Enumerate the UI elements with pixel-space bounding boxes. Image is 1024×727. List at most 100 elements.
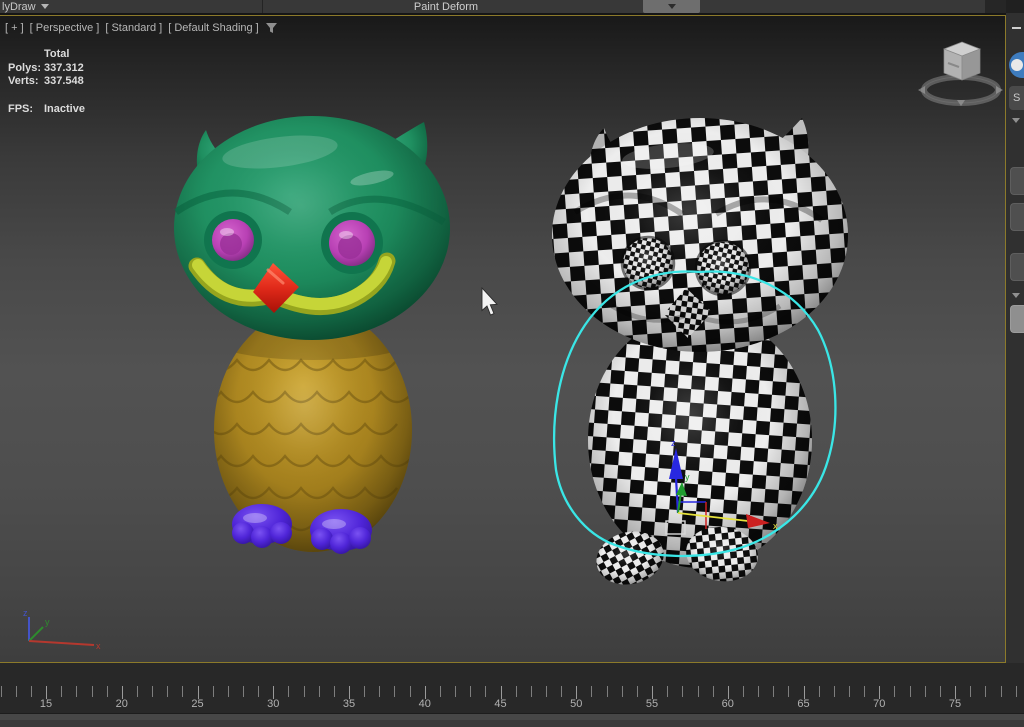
timeline-tick bbox=[819, 686, 820, 697]
ribbon-divider bbox=[262, 0, 263, 13]
timeline-tick bbox=[713, 686, 714, 697]
world-axis-gizmo: z y x bbox=[23, 608, 101, 651]
scene-canvas: z y x z y bbox=[0, 16, 1005, 662]
timeline-tick bbox=[607, 686, 608, 697]
chevron-down-icon[interactable] bbox=[1012, 293, 1020, 298]
timeline-frame-label: 25 bbox=[191, 698, 203, 710]
owl-colored-model[interactable] bbox=[174, 116, 450, 554]
panel-button[interactable] bbox=[1010, 167, 1024, 195]
timeline-bar: 15202530354045505560657075 bbox=[0, 663, 1024, 727]
timeline-tick bbox=[667, 686, 668, 697]
timeline-frame-label: 55 bbox=[646, 698, 658, 710]
paint-deform-label: Paint Deform bbox=[414, 1, 478, 13]
panel-button-active[interactable] bbox=[1010, 305, 1024, 333]
timeline-tick bbox=[304, 686, 305, 697]
panel-button[interactable] bbox=[1010, 203, 1024, 231]
timeline-tick bbox=[243, 686, 244, 697]
timeline-frame-label: 50 bbox=[570, 698, 582, 710]
gizmo-z-label: z bbox=[671, 438, 676, 448]
timeline-tick bbox=[167, 686, 168, 697]
timeline-frame-label: 45 bbox=[494, 698, 506, 710]
command-panel-edge: S bbox=[1006, 0, 1024, 663]
timeline-tick bbox=[925, 686, 926, 697]
timeline-tick bbox=[561, 686, 562, 697]
timeline-ruler[interactable]: 15202530354045505560657075 bbox=[0, 663, 1024, 713]
timeline-tick bbox=[1, 686, 2, 697]
timeline-tick bbox=[16, 686, 17, 697]
timeline-tick bbox=[622, 686, 623, 697]
timeline-tick bbox=[788, 686, 789, 697]
s-button-label: S bbox=[1013, 92, 1020, 104]
world-axis-x-label: x bbox=[96, 641, 101, 651]
timeline-frame-label: 65 bbox=[797, 698, 809, 710]
timeline-tick bbox=[758, 686, 759, 697]
timeline-tick bbox=[591, 686, 592, 697]
timeline-tick bbox=[182, 686, 183, 697]
timeline-tick bbox=[213, 686, 214, 697]
polydraw-label: lyDraw bbox=[2, 1, 36, 13]
timeline-tick bbox=[470, 686, 471, 697]
timeline-tick bbox=[985, 686, 986, 697]
timeline-tick bbox=[364, 686, 365, 697]
timeline-tick bbox=[864, 686, 865, 697]
chevron-down-icon[interactable] bbox=[1012, 118, 1020, 123]
timeline-tick bbox=[334, 686, 335, 697]
timeline-frame-label: 60 bbox=[722, 698, 734, 710]
chevron-down-icon bbox=[668, 4, 676, 9]
ribbon-tab-paint-deform[interactable]: Paint Deform bbox=[414, 0, 478, 13]
view-cube[interactable] bbox=[918, 42, 1003, 106]
timeline-tick bbox=[61, 686, 62, 697]
timeline-frame-label: 35 bbox=[343, 698, 355, 710]
s-button[interactable]: S bbox=[1009, 86, 1024, 110]
timeline-tick bbox=[546, 686, 547, 697]
timeline-tick bbox=[394, 686, 395, 697]
timeline-tick bbox=[1016, 686, 1017, 697]
circle-icon bbox=[1011, 59, 1023, 71]
timeline-tick bbox=[288, 686, 289, 697]
timeline-tick bbox=[773, 686, 774, 697]
timeline-tick bbox=[440, 686, 441, 697]
timeline-tick bbox=[531, 686, 532, 697]
owl-checkered-model[interactable] bbox=[552, 118, 848, 591]
timeline-frame-label: 70 bbox=[873, 698, 885, 710]
timeline-frame-label: 40 bbox=[419, 698, 431, 710]
timeline-tick bbox=[970, 686, 971, 697]
perspective-viewport[interactable]: [ + ] [ Perspective ] [ Standard ] [ Def… bbox=[0, 15, 1006, 663]
timeline-tick bbox=[743, 686, 744, 697]
panel-top-spacer bbox=[1006, 0, 1024, 13]
panel-button[interactable] bbox=[1010, 253, 1024, 281]
blue-toggle-button[interactable] bbox=[1009, 52, 1024, 78]
timeline-tick bbox=[834, 686, 835, 697]
mouse-cursor bbox=[482, 288, 497, 315]
timeline-tick bbox=[92, 686, 93, 697]
timeline-tick bbox=[682, 686, 683, 697]
world-axis-z-label: z bbox=[23, 608, 28, 618]
chevron-down-icon bbox=[41, 4, 49, 9]
timeline-frame-label: 20 bbox=[116, 698, 128, 710]
timeline-tick bbox=[940, 686, 941, 697]
ribbon-bar: lyDraw Paint Deform bbox=[0, 0, 1024, 15]
timeline-tick bbox=[410, 686, 411, 697]
timeline-tick bbox=[319, 686, 320, 697]
timeline-tick bbox=[485, 686, 486, 697]
gizmo-y-label: y bbox=[685, 472, 690, 482]
timeline-bottom-spacer bbox=[0, 720, 1024, 727]
timeline-tick bbox=[31, 686, 32, 697]
timeline-tick bbox=[76, 686, 77, 697]
minimize-icon[interactable] bbox=[1012, 27, 1021, 29]
ribbon-expand-button[interactable] bbox=[643, 0, 700, 13]
timeline-tick bbox=[379, 686, 380, 697]
world-axis-y-label: y bbox=[45, 617, 50, 627]
ribbon-tab-polydraw[interactable]: lyDraw bbox=[2, 0, 49, 13]
timeline-tick bbox=[637, 686, 638, 697]
track-bar[interactable] bbox=[0, 713, 1024, 720]
timeline-frame-label: 30 bbox=[267, 698, 279, 710]
timeline-tick bbox=[152, 686, 153, 697]
timeline-tick bbox=[1001, 686, 1002, 697]
timeline-tick bbox=[228, 686, 229, 697]
timeline-tick bbox=[698, 686, 699, 697]
3dsmax-window: lyDraw Paint Deform [ + ] [ Perspective … bbox=[0, 0, 1024, 727]
timeline-tick bbox=[258, 686, 259, 697]
gizmo-x-label: x bbox=[773, 521, 778, 531]
timeline-tick bbox=[516, 686, 517, 697]
